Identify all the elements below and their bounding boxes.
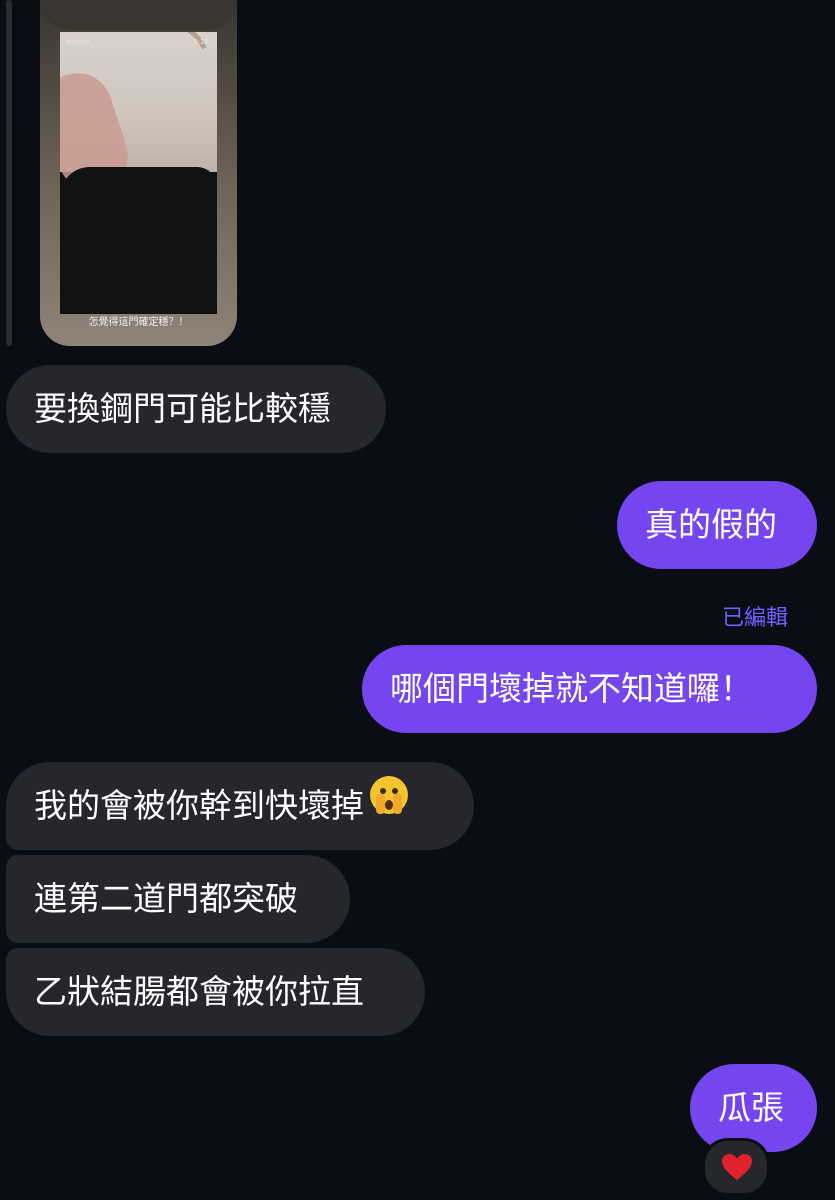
video-dark-area [60,167,217,314]
story-video-thumbnail[interactable]: byplay_ 0:17 [60,32,217,314]
message-bubble-incoming[interactable]: 要換鋼門可能比較穩 [6,365,386,453]
edited-label: 已編輯 [721,606,788,631]
story-caption: 怎覺得這門確定穩？！ [88,317,189,328]
face-with-peeking-eye-icon [368,761,410,849]
message-text: 哪個門壞掉就不知道囉！ [390,669,753,708]
message-bubble-outgoing[interactable]: 真的假的 [617,481,817,569]
message-text: 連第二道門都突破 [34,879,298,918]
message-bubble-incoming[interactable]: 我的會被你幹到快壞掉 [6,762,474,850]
heart-reaction-badge[interactable] [702,1138,770,1196]
story-username: byplay_ [67,38,94,46]
story-reply-card[interactable]: byplay_ 0:17 怎覺得這門確定穩？！ [40,0,237,346]
message-text: 要換鋼門可能比較穩 [34,389,331,428]
message-bubble-incoming[interactable]: 連第二道門都突破 [6,855,350,943]
message-bubble-outgoing[interactable]: 瓜張 [690,1064,817,1152]
message-text: 我的會被你幹到快壞掉 [34,786,364,825]
message-text: 真的假的 [645,505,777,544]
reply-indicator-line [6,0,12,346]
message-bubble-outgoing[interactable]: 哪個門壞掉就不知道囉！ [362,645,817,733]
heart-icon [722,1154,752,1180]
message-bubble-incoming[interactable]: 乙狀結腸都會被你拉直 [6,948,425,1036]
message-text: 乙狀結腸都會被你拉直 [34,972,364,1011]
story-timestamp: 0:17 [193,38,209,46]
message-text: 瓜張 [718,1088,784,1127]
